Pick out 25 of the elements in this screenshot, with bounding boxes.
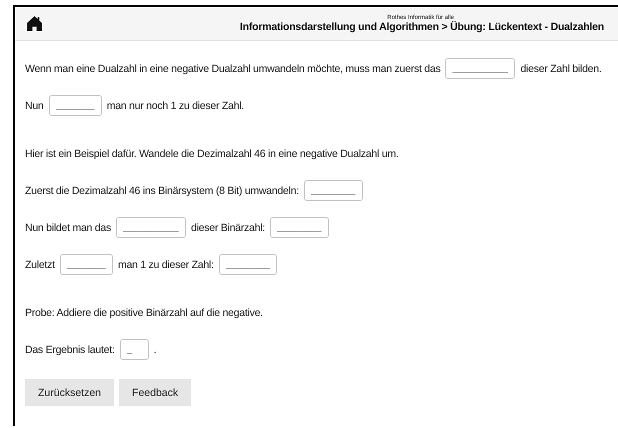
sentence-text: man nur noch 1 zu dieser Zahl. <box>106 100 244 112</box>
reset-button[interactable]: Zurücksetzen <box>25 379 114 406</box>
input-field[interactable]: _______ <box>48 95 102 116</box>
home-icon[interactable] <box>26 15 43 32</box>
sentence-text: dieser Binärzahl: <box>190 222 265 234</box>
input-field[interactable]: __________ <box>116 217 186 238</box>
sentence-text: Hier ist ein Beispiel dafür. Wandele die Dezimalzahl 46 in eine negative Dualzahl um. <box>25 148 398 160</box>
sentence-text: Probe: Addiere die positive Binärzahl auf die negative. <box>25 306 263 318</box>
sentence-text: Zuletzt <box>25 258 55 270</box>
breadcrumb: Informationsdarstellung und Algorithmen > Übung: Lückentext - Dualzahlen <box>240 20 604 32</box>
sentence-text: Nun <box>25 100 44 112</box>
sentence-text: Zuerst die Dezimalzahl 46 ins Binärsystem (8 Bit) umwandeln: <box>25 184 299 196</box>
sentence-text: dieser Zahl bilden. <box>520 62 602 74</box>
input-field[interactable]: __________ <box>445 58 516 79</box>
sentence-text: Wenn man eine Dualzahl in eine negative Dualzahl umwandeln möchte, muss man zuerst das <box>25 62 440 74</box>
sentence-text: . <box>154 344 156 356</box>
input-field[interactable]: _ <box>120 339 149 360</box>
sentence-text: Das Ergebnis lautet: <box>25 344 115 356</box>
sentence-text: man 1 zu dieser Zahl: <box>118 258 214 270</box>
input-field[interactable]: _______ <box>60 254 113 275</box>
feedback-button[interactable]: Feedback <box>119 379 192 406</box>
input-field[interactable]: ________ <box>270 217 329 238</box>
input-field[interactable]: ________ <box>218 254 278 275</box>
input-field[interactable]: ________ <box>304 180 363 201</box>
sentence-text: Nun bildet man das <box>25 222 111 234</box>
